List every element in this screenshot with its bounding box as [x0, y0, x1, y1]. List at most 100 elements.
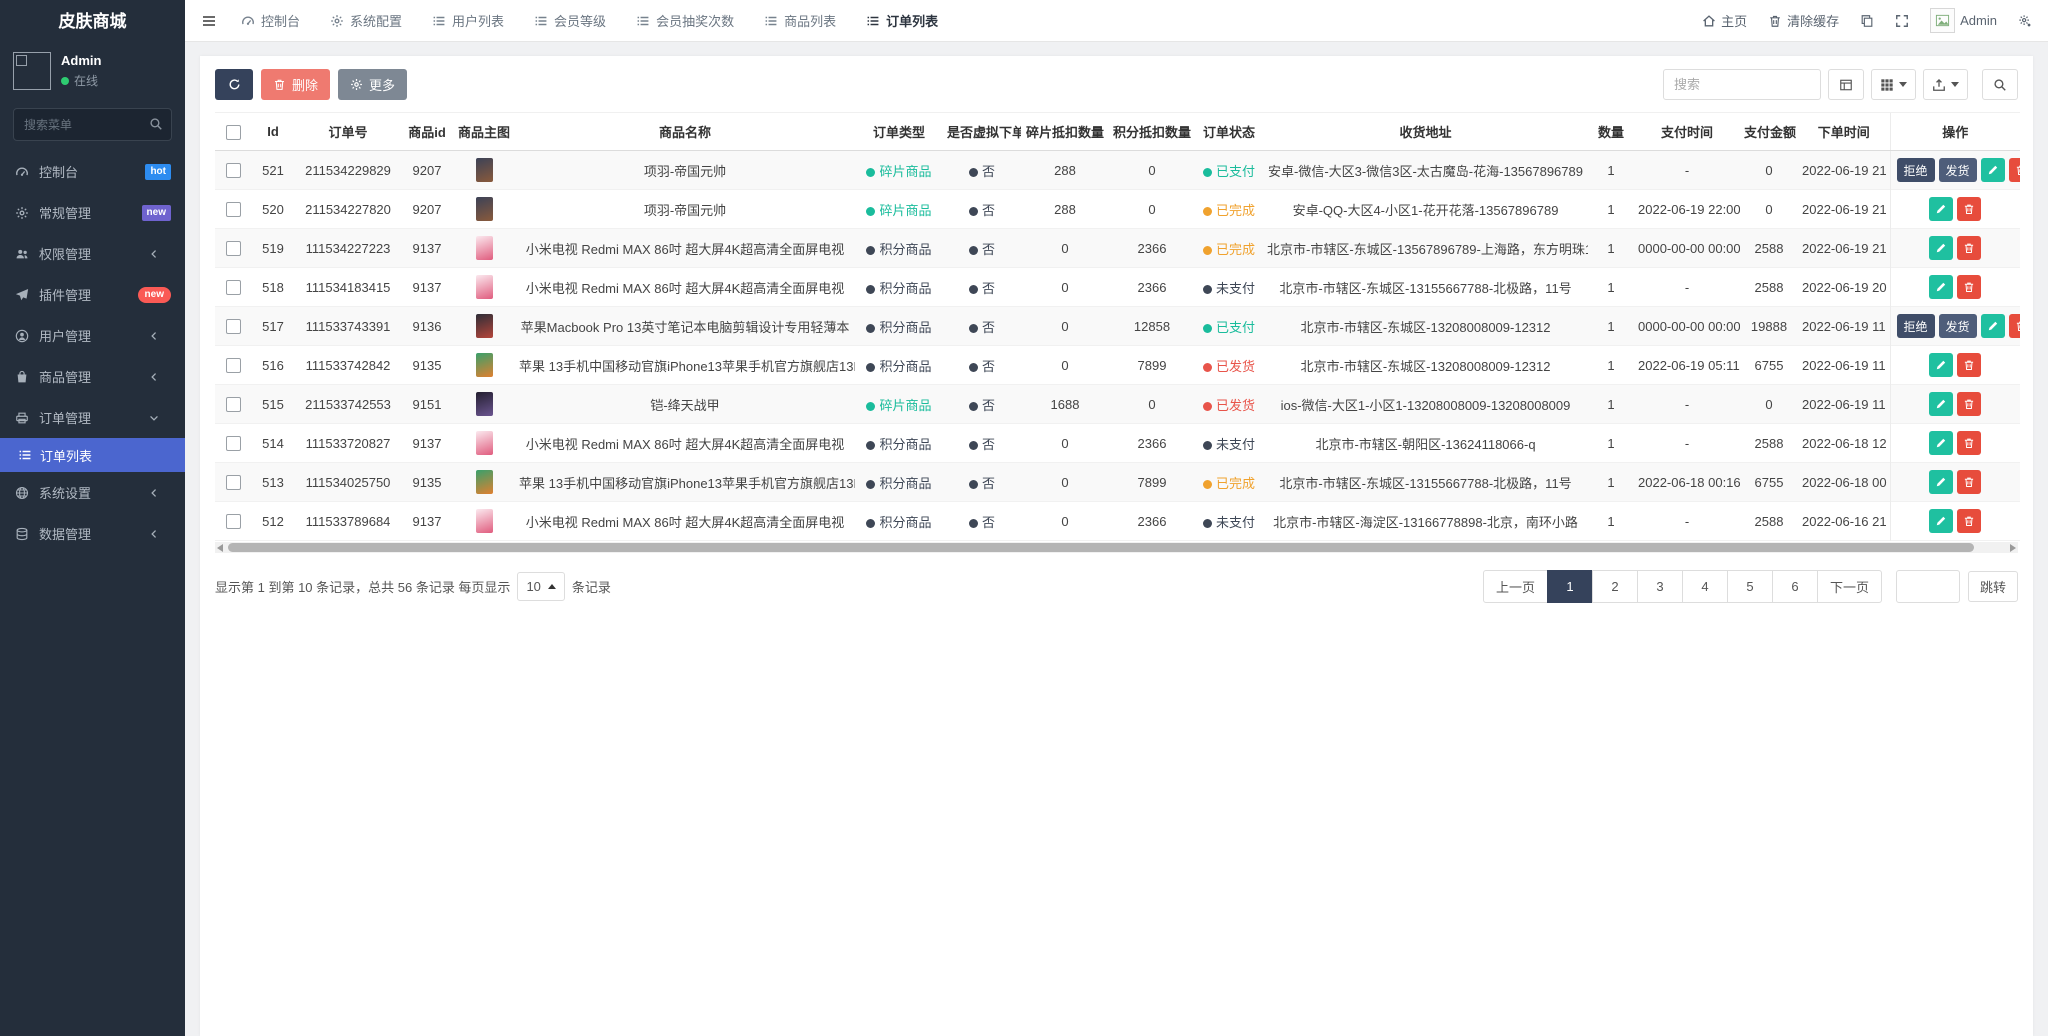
- cell-actions: [1890, 229, 2020, 268]
- delete-row-button[interactable]: [1957, 392, 1981, 416]
- jump-page-input[interactable]: [1896, 570, 1960, 603]
- cell-qty: 1: [1588, 463, 1634, 502]
- edit-button[interactable]: [1981, 158, 2005, 182]
- fullscreen-button[interactable]: [1895, 14, 1909, 28]
- columns-button[interactable]: [1871, 69, 1916, 100]
- toggle-view-button[interactable]: [1828, 69, 1864, 100]
- page-button-2[interactable]: 2: [1592, 570, 1638, 603]
- prev-page-button[interactable]: 上一页: [1483, 570, 1548, 603]
- settings-button[interactable]: [2018, 14, 2032, 28]
- page-button-4[interactable]: 4: [1682, 570, 1728, 603]
- cell-goods-id: 9137: [401, 502, 453, 541]
- sidebar-item[interactable]: 常规管理new: [0, 192, 185, 233]
- scroll-left-icon[interactable]: [217, 544, 223, 552]
- search-toggle-button[interactable]: [1982, 69, 2018, 100]
- hamburger-icon[interactable]: [201, 13, 217, 29]
- horizontal-scrollbar[interactable]: [215, 542, 2018, 553]
- scroll-right-icon[interactable]: [2010, 544, 2016, 552]
- delete-row-button[interactable]: [1957, 353, 1981, 377]
- delete-row-button[interactable]: [2009, 314, 2020, 338]
- sidebar-item-label: 用户管理: [39, 326, 91, 345]
- sidebar-item[interactable]: 订单管理: [0, 397, 185, 438]
- row-checkbox[interactable]: [226, 358, 241, 373]
- refresh-page-button[interactable]: [1860, 14, 1874, 28]
- sidebar-subitem[interactable]: 订单列表: [0, 438, 185, 472]
- page-button-3[interactable]: 3: [1637, 570, 1683, 603]
- cell-order-type: 碎片商品: [855, 151, 943, 190]
- row-checkbox[interactable]: [226, 202, 241, 217]
- row-checkbox[interactable]: [226, 475, 241, 490]
- edit-button[interactable]: [1929, 197, 1953, 221]
- ship-button[interactable]: 发货: [1939, 314, 1977, 338]
- sidebar-item[interactable]: 控制台hot: [0, 151, 185, 192]
- delete-button[interactable]: 删除: [261, 69, 330, 100]
- delete-row-button[interactable]: [1957, 236, 1981, 260]
- delete-row-button[interactable]: [1957, 275, 1981, 299]
- tab-会员抽奖次数[interactable]: 会员抽奖次数: [636, 0, 734, 42]
- edit-button[interactable]: [1981, 314, 2005, 338]
- avatar[interactable]: [13, 52, 51, 90]
- jump-button[interactable]: 跳转: [1968, 571, 2018, 602]
- shopping-bag-icon: [14, 370, 30, 384]
- edit-button[interactable]: [1929, 392, 1953, 416]
- row-checkbox[interactable]: [226, 163, 241, 178]
- row-checkbox[interactable]: [226, 514, 241, 529]
- cell-product-name: 小米电视 Redmi MAX 86吋 超大屏4K超高清全面屏电视: [515, 268, 855, 307]
- page-button-5[interactable]: 5: [1727, 570, 1773, 603]
- refresh-icon: [228, 78, 241, 91]
- select-all-checkbox[interactable]: [226, 125, 241, 140]
- sidebar-item[interactable]: 商品管理: [0, 356, 185, 397]
- page-button-6[interactable]: 6: [1772, 570, 1818, 603]
- row-checkbox[interactable]: [226, 241, 241, 256]
- admin-menu[interactable]: Admin: [1930, 8, 1997, 33]
- scrollbar-thumb[interactable]: [228, 543, 1974, 552]
- delete-row-button[interactable]: [1957, 431, 1981, 455]
- tab-控制台[interactable]: 控制台: [241, 0, 300, 42]
- home-button[interactable]: 主页: [1702, 11, 1747, 30]
- sidebar-item[interactable]: 插件管理new: [0, 274, 185, 315]
- row-checkbox[interactable]: [226, 397, 241, 412]
- status-dot-icon: [866, 441, 875, 450]
- tab-订单列表[interactable]: 订单列表: [866, 0, 938, 42]
- sidebar-item[interactable]: 权限管理: [0, 233, 185, 274]
- admin-label: Admin: [1960, 13, 1997, 28]
- edit-button[interactable]: [1929, 509, 1953, 533]
- delete-row-button[interactable]: [1957, 197, 1981, 221]
- tab-商品列表[interactable]: 商品列表: [764, 0, 836, 42]
- refresh-button[interactable]: [215, 69, 253, 100]
- more-button[interactable]: 更多: [338, 69, 407, 100]
- table-row: 5131115340257509135苹果 13手机中国移动官旗iPhone13…: [215, 463, 2020, 502]
- edit-button[interactable]: [1929, 353, 1953, 377]
- sidebar-item[interactable]: 用户管理: [0, 315, 185, 356]
- ship-button[interactable]: 发货: [1939, 158, 1977, 182]
- reject-button[interactable]: 拒绝: [1897, 314, 1935, 338]
- row-checkbox[interactable]: [226, 280, 241, 295]
- edit-button[interactable]: [1929, 275, 1953, 299]
- edit-button[interactable]: [1929, 236, 1953, 260]
- delete-row-button[interactable]: [1957, 509, 1981, 533]
- tab-用户列表[interactable]: 用户列表: [432, 0, 504, 42]
- cell-goods-id: 9137: [401, 229, 453, 268]
- cell-product-name: 苹果 13手机中国移动官旗iPhone13苹果手机官方旗舰店13ProMax: [515, 346, 855, 385]
- cell-actions: 拒绝发货: [1890, 151, 2020, 190]
- row-checkbox[interactable]: [226, 436, 241, 451]
- edit-button[interactable]: [1929, 470, 1953, 494]
- delete-row-button[interactable]: [2009, 158, 2020, 182]
- page-button-1[interactable]: 1: [1547, 570, 1593, 603]
- edit-button[interactable]: [1929, 431, 1953, 455]
- clear-cache-button[interactable]: 清除缓存: [1768, 11, 1839, 30]
- row-checkbox-cell: [215, 229, 251, 268]
- page-size-select[interactable]: 10: [517, 572, 564, 601]
- table-search-input[interactable]: [1663, 69, 1821, 100]
- delete-row-button[interactable]: [1957, 470, 1981, 494]
- sidebar-item[interactable]: 系统设置: [0, 472, 185, 513]
- row-checkbox[interactable]: [226, 319, 241, 334]
- status-dot-icon: [969, 285, 978, 294]
- next-page-button[interactable]: 下一页: [1817, 570, 1882, 603]
- sidebar-item[interactable]: 数据管理: [0, 513, 185, 554]
- tab-会员等级[interactable]: 会员等级: [534, 0, 606, 42]
- export-button[interactable]: [1923, 69, 1968, 100]
- tab-系统配置[interactable]: 系统配置: [330, 0, 402, 42]
- cell-pay-amount: 0: [1740, 190, 1798, 229]
- reject-button[interactable]: 拒绝: [1897, 158, 1935, 182]
